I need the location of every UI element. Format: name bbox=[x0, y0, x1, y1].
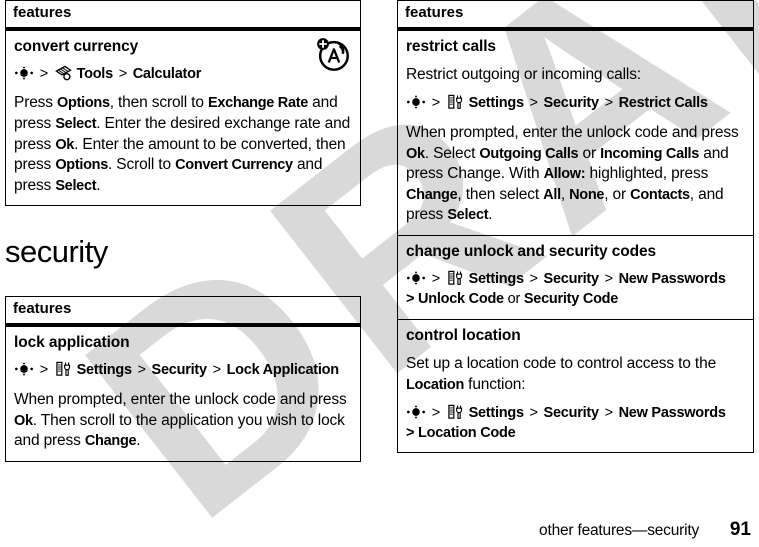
nav-item-tools[interactable]: Tools bbox=[77, 66, 114, 82]
table-header-features: features bbox=[6, 297, 360, 327]
table-header-features: features bbox=[6, 1, 360, 31]
tools-icon bbox=[54, 65, 72, 81]
nav-separator: > bbox=[431, 405, 440, 422]
feature-title: change unlock and security codes bbox=[406, 243, 657, 261]
page-title-security: security bbox=[5, 234, 108, 270]
feature-row-lock-application: lock application > Settings > Security >… bbox=[6, 327, 360, 461]
nav-separator: > bbox=[212, 362, 221, 379]
nav-item-calculator[interactable]: Calculator bbox=[133, 66, 202, 82]
feature-row-restrict-calls: restrict calls Restrict outgoing or inco… bbox=[398, 31, 753, 237]
nav-separator: > bbox=[529, 271, 538, 288]
footer-breadcrumb: other features—security bbox=[539, 522, 699, 539]
features-table-convert-currency: features convert currency > Tools > Calc… bbox=[5, 0, 361, 207]
nav-separator: > bbox=[604, 271, 613, 288]
manual-page: features convert currency > Tools > Calc… bbox=[0, 0, 759, 547]
feature-intro: Restrict outgoing or incoming calls: bbox=[406, 65, 641, 83]
settings-icon bbox=[447, 404, 464, 420]
nav-item-restrict-calls[interactable]: Restrict Calls bbox=[619, 95, 708, 111]
features-table-security: features restrict calls Restrict outgoin… bbox=[397, 0, 754, 454]
nav-path-tools-calculator: > Tools > Calculator bbox=[14, 65, 352, 85]
settings-icon bbox=[447, 94, 464, 110]
joystick-icon bbox=[406, 404, 426, 420]
feature-row-change-unlock-and-security-codes: change unlock and security codes > Setti… bbox=[398, 236, 753, 320]
feature-body: Press Options, then scroll to Exchange R… bbox=[14, 94, 351, 194]
nav-separator: > bbox=[39, 65, 48, 82]
nav-item-settings[interactable]: Settings bbox=[469, 271, 524, 287]
nav-path-new-passwords: > Settings > Security > New Passwords > … bbox=[406, 270, 745, 309]
joystick-icon bbox=[406, 270, 426, 286]
nav-separator: > bbox=[604, 95, 613, 112]
nav-item-settings[interactable]: Settings bbox=[469, 405, 524, 421]
page-footer: other features—security 91 bbox=[0, 519, 759, 541]
roaming-indicator-icon bbox=[314, 35, 352, 73]
nav-separator: > bbox=[431, 271, 440, 288]
nav-separator: > bbox=[39, 362, 48, 379]
nav-path-lock-application: > Settings > Security > Lock Application bbox=[14, 361, 352, 381]
nav-item-new-passwords[interactable]: New Passwords bbox=[619, 271, 726, 287]
feature-title: lock application bbox=[14, 333, 130, 351]
nav-item-lock-application[interactable]: Lock Application bbox=[227, 362, 340, 378]
feature-body: When prompted, enter the unlock code and… bbox=[406, 124, 739, 224]
nav-item-settings[interactable]: Settings bbox=[77, 362, 132, 378]
joystick-icon bbox=[14, 361, 34, 377]
nav-separator: > bbox=[604, 405, 613, 422]
feature-title: restrict calls bbox=[406, 37, 496, 55]
feature-title: convert currency bbox=[14, 37, 139, 55]
nav-separator: > bbox=[529, 95, 538, 112]
nav-path-continuation[interactable]: > Unlock Code or Security Code bbox=[406, 291, 618, 307]
page-number: 91 bbox=[729, 519, 751, 540]
nav-path-restrict-calls: > Settings > Security > Restrict Calls bbox=[406, 94, 745, 114]
settings-icon bbox=[447, 270, 464, 286]
feature-intro: Set up a location code to control access… bbox=[406, 354, 717, 393]
feature-title: control location bbox=[406, 326, 521, 344]
settings-icon bbox=[55, 361, 72, 377]
feature-row-convert-currency: convert currency > Tools > Calculator Pr… bbox=[6, 31, 360, 206]
nav-item-security[interactable]: Security bbox=[152, 362, 207, 378]
nav-item-security[interactable]: Security bbox=[544, 95, 599, 111]
nav-separator: > bbox=[431, 95, 440, 112]
nav-path-continuation[interactable]: > Location Code bbox=[406, 425, 516, 441]
nav-item-security[interactable]: Security bbox=[544, 405, 599, 421]
nav-path-location-code: > Settings > Security > New Passwords > … bbox=[406, 404, 745, 443]
features-table-lock-application: features lock application > Settings > S… bbox=[5, 296, 361, 462]
left-column: features convert currency > Tools > Calc… bbox=[5, 0, 361, 462]
feature-row-control-location: control location Set up a location code … bbox=[398, 320, 753, 453]
joystick-icon bbox=[14, 65, 34, 81]
nav-separator: > bbox=[529, 405, 538, 422]
joystick-icon bbox=[406, 94, 426, 110]
table-header-features: features bbox=[398, 1, 753, 31]
right-column: features restrict calls Restrict outgoin… bbox=[397, 0, 754, 454]
nav-separator: > bbox=[118, 65, 127, 82]
feature-body: When prompted, enter the unlock code and… bbox=[14, 390, 347, 450]
nav-item-settings[interactable]: Settings bbox=[469, 95, 524, 111]
nav-separator: > bbox=[137, 362, 146, 379]
nav-item-security[interactable]: Security bbox=[544, 271, 599, 287]
nav-item-new-passwords[interactable]: New Passwords bbox=[619, 405, 726, 421]
